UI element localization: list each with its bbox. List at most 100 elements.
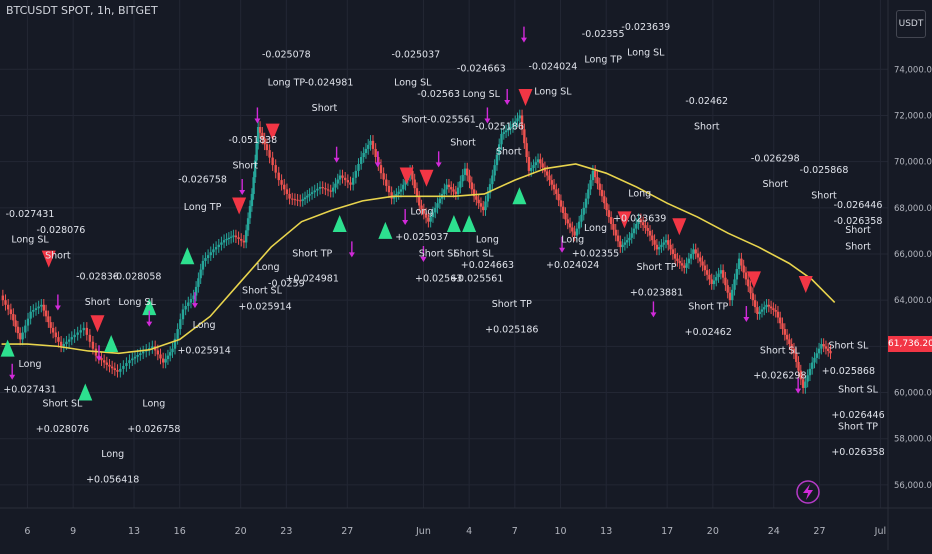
- price-chart[interactable]: -0.027431Long SL-0.028076Short-0.02836Sh…: [0, 0, 932, 550]
- candle-body: [299, 200, 302, 202]
- candle-body: [62, 344, 65, 347]
- trade-annotation: -0.026358: [834, 216, 883, 227]
- candle-body: [541, 163, 544, 168]
- trade-annotation: Short TP: [688, 301, 728, 312]
- trade-annotation: +0.025186: [485, 325, 538, 336]
- trade-annotation: Short: [845, 241, 871, 252]
- candle-body: [141, 351, 145, 354]
- candle-body: [367, 144, 370, 149]
- candle-body: [811, 362, 814, 369]
- trade-annotation: Short: [450, 137, 476, 148]
- trade-annotation: Long TP: [268, 77, 306, 88]
- candle-body: [227, 237, 231, 239]
- trade-annotation: -0.024663: [457, 64, 506, 75]
- trade-annotation: +0.056418: [86, 475, 139, 486]
- candle-body: [765, 304, 768, 308]
- trade-annotation: -0.025186: [475, 121, 524, 132]
- candle-body: [737, 258, 741, 270]
- candle-body: [731, 289, 734, 301]
- candle-body: [379, 165, 383, 174]
- trade-annotation: Long SL: [118, 297, 156, 308]
- candle-body: [91, 341, 95, 349]
- currency-button[interactable]: USDT: [896, 10, 926, 38]
- candle-body: [341, 175, 344, 178]
- x-axis-tick-label: 4: [466, 526, 472, 537]
- candle-body: [669, 244, 672, 250]
- candle-body: [596, 177, 599, 184]
- x-axis-tick-label: 16: [174, 526, 186, 537]
- candle-body: [728, 292, 732, 301]
- candle-body: [222, 240, 226, 243]
- candle-body: [171, 348, 174, 353]
- candle-body: [169, 352, 172, 356]
- y-axis-tick-label: 58,000.00: [894, 435, 932, 445]
- x-axis-tick-label: 20: [235, 526, 247, 537]
- candle-body: [237, 237, 240, 239]
- candle-body: [12, 314, 15, 321]
- candle-body: [65, 341, 68, 345]
- candle-body: [459, 181, 462, 188]
- candle-body: [808, 368, 812, 376]
- candle-body: [248, 206, 252, 219]
- candle-body: [623, 242, 627, 245]
- candle-body: [447, 184, 451, 188]
- candle-body: [781, 323, 784, 330]
- candle-body: [136, 355, 139, 357]
- candle-body: [747, 279, 750, 287]
- symbol-title[interactable]: BTCUSDT SPOT, 1h, BITGET: [6, 4, 158, 17]
- candle-body: [767, 304, 771, 307]
- candle-body: [456, 187, 460, 194]
- candle-body: [557, 193, 560, 201]
- trade-annotation: Long: [410, 207, 433, 218]
- candle-body: [806, 375, 809, 382]
- trade-annotation: +0.025914: [177, 345, 230, 356]
- trade-annotation: Short: [45, 251, 71, 262]
- candle-body: [102, 360, 106, 363]
- candle-body: [525, 143, 528, 158]
- chart-root[interactable]: -0.027431 Long SL -0.028076 Short -0.02836 Sh…: [0, 0, 932, 550]
- candle-body: [166, 355, 170, 360]
- candle-body: [733, 279, 736, 290]
- candle-body: [701, 261, 704, 266]
- candle-body: [288, 193, 291, 199]
- trade-annotation: Short: [694, 121, 720, 132]
- candle-body: [577, 221, 581, 229]
- candle-body: [605, 203, 608, 211]
- trade-annotation: Short SL: [760, 345, 801, 356]
- candle-body: [139, 353, 142, 356]
- trade-annotation: Short SL: [838, 385, 879, 396]
- candle-body: [735, 269, 739, 280]
- trade-annotation: +0.028076: [36, 424, 89, 435]
- candle-body: [683, 265, 686, 268]
- candle-body: [824, 346, 828, 349]
- candle-body: [527, 157, 531, 171]
- candle-body: [582, 207, 585, 215]
- candle-body: [316, 188, 319, 191]
- candle-body: [390, 192, 393, 199]
- candle-body: [6, 304, 10, 310]
- candle-body: [822, 344, 825, 347]
- trade-annotation: +0.024024: [546, 260, 599, 271]
- candle-body: [749, 286, 752, 294]
- candle-body: [655, 244, 659, 250]
- candle-body: [206, 255, 210, 259]
- candle-body: [518, 115, 521, 119]
- trade-annotation: +0.025914: [238, 301, 291, 312]
- candle-body: [199, 269, 202, 279]
- trade-annotation: Short: [85, 297, 111, 308]
- trade-annotation: -0.023639: [621, 22, 670, 33]
- trade-annotation: Short TP: [492, 299, 532, 310]
- candle-body: [413, 179, 416, 189]
- candle-body: [291, 198, 294, 200]
- candle-body: [740, 258, 743, 266]
- candle-body: [18, 333, 22, 340]
- x-axis-tick-label: 27: [813, 526, 825, 537]
- candle-body: [477, 199, 480, 204]
- x-axis-tick-label: 27: [341, 526, 353, 537]
- candle-body: [450, 187, 453, 190]
- candle-body: [268, 150, 271, 158]
- candle-body: [571, 227, 574, 232]
- candle-body: [301, 199, 304, 201]
- candle-body: [234, 235, 238, 238]
- candle-body: [721, 270, 725, 278]
